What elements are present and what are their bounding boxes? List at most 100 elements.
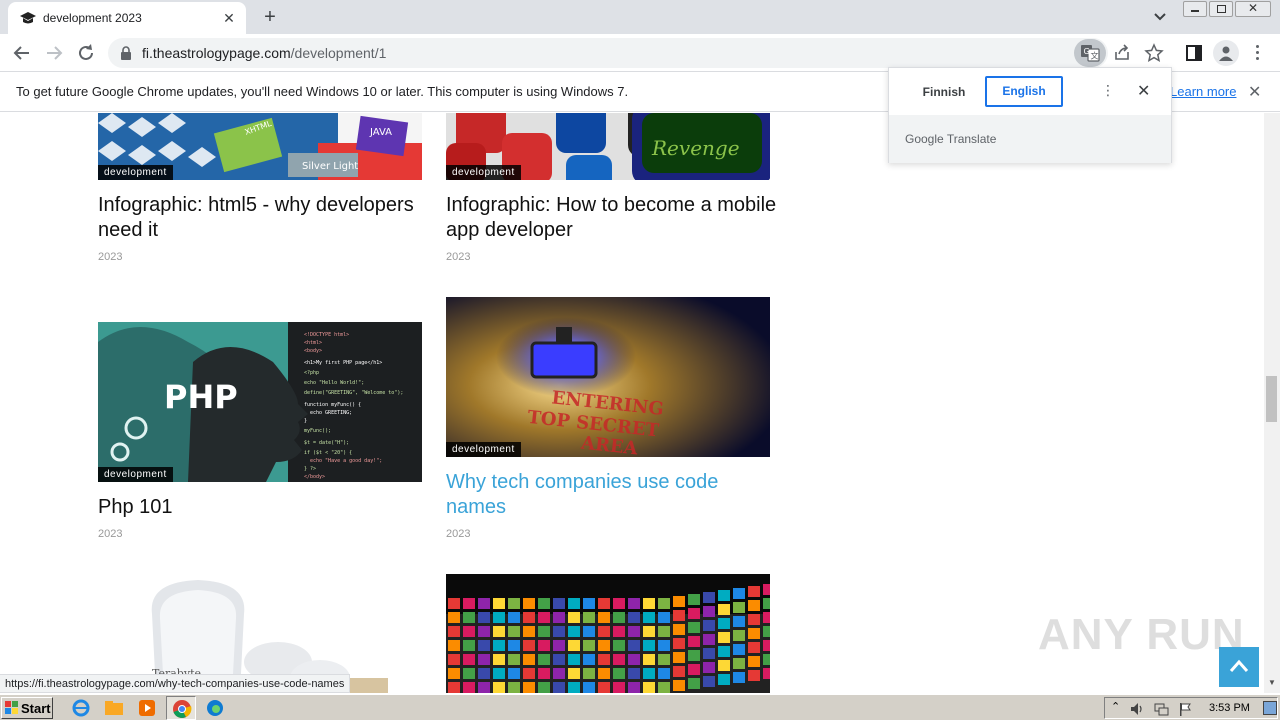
app-tile (493, 668, 505, 679)
tab-search-chevron-icon[interactable] (1150, 8, 1170, 26)
source-language-tab[interactable]: Finnish (905, 77, 983, 107)
chevron-up-icon (1229, 659, 1249, 672)
address-bar[interactable]: fi.theastrologypage.com/development/1 G … (108, 38, 1164, 68)
start-button[interactable]: Start (1, 697, 53, 719)
volume-icon[interactable] (1129, 701, 1145, 717)
infobar-close-icon[interactable]: ✕ (1248, 82, 1261, 102)
translate-page-button[interactable]: G 文 (1074, 39, 1106, 67)
chrome-menu-icon[interactable] (1254, 44, 1260, 62)
app-tile (448, 626, 460, 637)
reload-icon[interactable] (74, 41, 98, 65)
article-image[interactable]: Revenge development (446, 113, 770, 180)
category-tag[interactable]: development (446, 165, 521, 180)
app-tile (658, 598, 670, 609)
media-player-icon[interactable] (136, 698, 158, 718)
side-panel-icon[interactable] (1184, 43, 1204, 63)
app-tile (763, 584, 770, 595)
app-tile (508, 626, 520, 637)
article-title[interactable]: Infographic: html5 - why developers need… (98, 193, 438, 243)
app-tile (448, 682, 460, 693)
article-image[interactable]: PHP <!DOCTYPE html> <html> <body> <h1>My… (98, 322, 422, 482)
tab-close-icon[interactable]: ✕ (220, 9, 238, 27)
scrollbar-thumb[interactable] (1266, 376, 1277, 422)
url-text[interactable]: fi.theastrologypage.com/development/1 (142, 45, 386, 61)
target-language-tab[interactable]: English (985, 76, 1063, 107)
article-title[interactable]: Php 101 (98, 495, 422, 520)
app-tile (508, 682, 520, 693)
app-tile (748, 586, 760, 597)
app-tile (463, 682, 475, 693)
app-tile (628, 640, 640, 651)
back-arrow-icon[interactable] (10, 41, 34, 65)
chrome-taskbar-button[interactable] (166, 696, 196, 720)
page-scrollbar[interactable]: ▼ (1264, 113, 1280, 693)
folder-icon[interactable] (103, 698, 125, 718)
article-title[interactable]: Infographic: How to become a mobile app … (446, 193, 806, 243)
app-tile (568, 626, 580, 637)
learn-more-link[interactable]: Learn more (1170, 84, 1236, 99)
category-tag[interactable]: development (98, 165, 173, 180)
action-center-flag-icon[interactable] (1177, 701, 1193, 717)
article-image[interactable]: XHTML JAVA Silver Light development (98, 113, 422, 180)
minimize-window-button[interactable] (1183, 1, 1207, 17)
svg-text:G: G (1084, 47, 1090, 56)
article-title-link[interactable]: Why tech companies use code names (446, 470, 770, 520)
app-tile (493, 626, 505, 637)
new-tab-button[interactable]: + (259, 6, 281, 28)
bookmark-star-icon[interactable] (1144, 43, 1164, 63)
app-tile (598, 668, 610, 679)
app-tile (628, 668, 640, 679)
edge-icon[interactable] (204, 698, 226, 718)
svg-text:Silver Light: Silver Light (302, 161, 358, 172)
network-icon[interactable] (1153, 701, 1169, 717)
forward-arrow-icon[interactable] (42, 41, 66, 65)
translate-popup: Finnish English ⋮ ✕ Google Translate (888, 67, 1172, 163)
close-window-button[interactable]: ✕ (1235, 1, 1271, 17)
app-tile (463, 626, 475, 637)
profile-avatar[interactable] (1213, 40, 1239, 66)
app-tile (568, 654, 580, 665)
app-tile (748, 600, 760, 611)
url-host: fi.theastrologypage.com (142, 45, 291, 61)
app-icon-wall-image (446, 574, 770, 693)
app-tile (538, 626, 550, 637)
internet-explorer-icon[interactable] (70, 698, 92, 718)
app-tile (673, 652, 685, 663)
app-tile (583, 668, 595, 679)
back-to-top-button[interactable] (1219, 647, 1259, 687)
article-image[interactable] (446, 574, 770, 693)
person-icon (1219, 46, 1233, 61)
app-tile (538, 640, 550, 651)
tray-expand-icon[interactable]: ⌃ (1111, 700, 1120, 713)
show-desktop-icon[interactable] (1263, 701, 1277, 715)
app-tile (658, 654, 670, 665)
app-tile (703, 592, 715, 603)
share-icon[interactable] (1112, 43, 1132, 63)
translate-options-icon[interactable]: ⋮ (1101, 82, 1115, 99)
app-tile (553, 612, 565, 623)
app-tile (703, 634, 715, 645)
svg-text:function myFunc() {: function myFunc() { (304, 402, 361, 408)
graduation-cap-icon (20, 12, 36, 24)
taskbar-clock[interactable]: 3:53 PM (1209, 702, 1250, 714)
app-tile (673, 680, 685, 691)
category-tag[interactable]: development (446, 442, 521, 457)
app-tile (553, 640, 565, 651)
app-tile (598, 598, 610, 609)
app-tile (508, 640, 520, 651)
restore-window-button[interactable] (1209, 1, 1233, 17)
svg-text:echo "Have a good day!";: echo "Have a good day!"; (310, 458, 382, 464)
lock-icon[interactable] (120, 46, 132, 60)
app-tile (748, 656, 760, 667)
article-image[interactable]: ENTERING TOP SECRET AREA development (446, 297, 770, 457)
app-tile (463, 640, 475, 651)
app-tile (583, 598, 595, 609)
app-tile (748, 614, 760, 625)
app-tile (553, 668, 565, 679)
category-tag[interactable]: development (98, 467, 173, 482)
scroll-down-arrow-icon[interactable]: ▼ (1268, 678, 1276, 687)
app-tile (478, 612, 490, 623)
browser-tab[interactable]: development 2023 ✕ (8, 2, 246, 34)
translate-close-icon[interactable]: ✕ (1137, 81, 1150, 101)
svg-text:<body>: <body> (304, 348, 322, 354)
